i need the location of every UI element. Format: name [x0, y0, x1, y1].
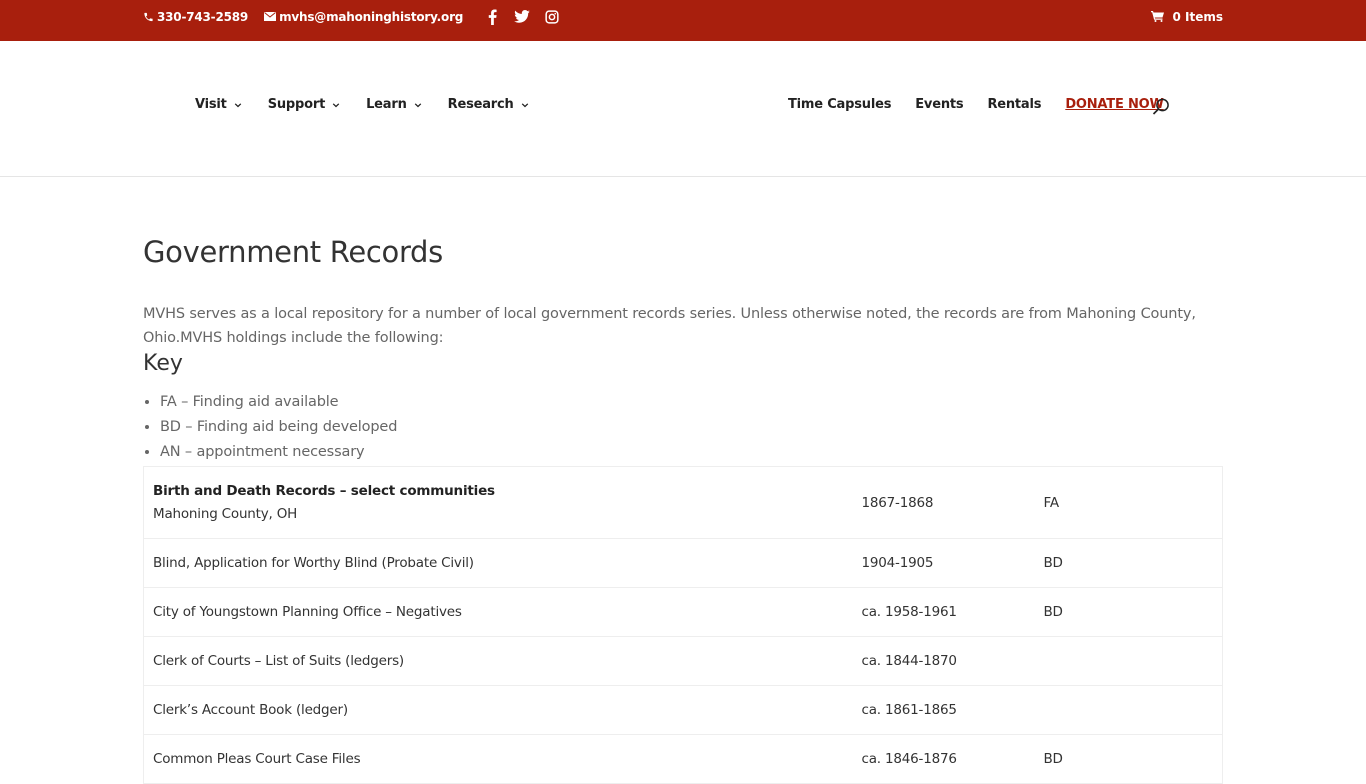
chevron-down-icon	[332, 102, 340, 107]
record-code: BD	[1034, 587, 1223, 637]
record-title: Clerk of Courts – List of Suits (ledgers…	[143, 636, 853, 686]
record-dates: 1904-1905	[852, 538, 1035, 588]
social-links	[477, 7, 567, 27]
record-code	[1034, 685, 1223, 735]
nav-item-label: Learn	[366, 97, 407, 112]
table-row: Birth and Death Records – select communi…	[143, 466, 1223, 539]
instagram-icon[interactable]	[537, 7, 567, 27]
cart-link[interactable]: 0 Items	[1151, 10, 1223, 24]
nav-item-rentals[interactable]: Rentals	[987, 97, 1041, 112]
donate-now-link[interactable]: DONATE NOW	[1065, 97, 1164, 112]
nav-item-learn[interactable]: Learn	[366, 97, 422, 112]
page-title: Government Records	[143, 235, 443, 269]
record-title: Blind, Application for Worthy Blind (Pro…	[143, 538, 853, 588]
chevron-down-icon	[414, 102, 421, 107]
nav-item-label: Research	[447, 97, 514, 112]
twitter-icon[interactable]	[507, 7, 537, 27]
table-row: Blind, Application for Worthy Blind (Pro…	[143, 538, 1223, 588]
table-row: Clerk’s Account Book (ledger) ca. 1861-1…	[143, 685, 1223, 735]
record-code: BD	[1034, 734, 1223, 784]
key-list: FA – Finding aid available BD – Finding …	[160, 390, 397, 465]
key-heading: Key	[143, 351, 183, 376]
primary-nav: Visit Support Learn Research	[195, 97, 555, 112]
record-title-cell: Birth and Death Records – select communi…	[143, 466, 853, 539]
chevron-down-icon	[234, 102, 241, 107]
cart-count: 0 Items	[1172, 9, 1223, 24]
phone-icon	[144, 12, 153, 21]
shopping-cart-icon	[1151, 11, 1165, 22]
key-item: FA – Finding aid available	[160, 390, 397, 415]
chevron-down-icon	[521, 102, 528, 107]
email-link[interactable]: mvhs@mahoninghistory.org	[264, 10, 463, 24]
record-code: BD	[1034, 538, 1223, 588]
search-icon	[1152, 98, 1169, 115]
table-row: Common Pleas Court Case Files ca. 1846-1…	[143, 734, 1223, 784]
record-dates: ca. 1958-1961	[852, 587, 1035, 637]
top-bar: 330-743-2589 mvhs@mahoninghistory.org 0 …	[0, 0, 1366, 41]
intro-paragraph: MVHS serves as a local repository for a …	[143, 306, 1196, 346]
record-title: Common Pleas Court Case Files	[143, 734, 853, 784]
record-dates: ca. 1844-1870	[852, 636, 1035, 686]
nav-item-label: Visit	[195, 97, 227, 112]
record-dates: 1867-1868	[852, 466, 1035, 539]
nav-item-research[interactable]: Research	[448, 97, 529, 112]
secondary-nav: Time Capsules Events Rentals DONATE NOW	[788, 97, 1164, 112]
record-title: Birth and Death Records – select communi…	[153, 482, 495, 499]
record-dates: ca. 1861-1865	[852, 685, 1035, 735]
records-table: Birth and Death Records – select communi…	[143, 466, 1223, 784]
key-item: BD – Finding aid being developed	[160, 415, 397, 440]
record-title: Clerk’s Account Book (ledger)	[143, 685, 853, 735]
phone-number: 330-743-2589	[157, 9, 249, 24]
phone-link[interactable]: 330-743-2589	[143, 10, 248, 24]
nav-item-support[interactable]: Support	[268, 97, 340, 112]
nav-item-label: Support	[267, 97, 326, 112]
envelope-icon	[264, 12, 277, 21]
record-title: City of Youngstown Planning Office – Neg…	[143, 587, 853, 637]
search-button[interactable]	[1151, 97, 1171, 117]
main-header: Visit Support Learn Research Time Capsul…	[0, 41, 1366, 177]
table-row: Clerk of Courts – List of Suits (ledgers…	[143, 636, 1223, 686]
table-row: City of Youngstown Planning Office – Neg…	[143, 587, 1223, 637]
nav-item-time-capsules[interactable]: Time Capsules	[788, 97, 891, 112]
record-code	[1034, 636, 1223, 686]
nav-item-visit[interactable]: Visit	[195, 97, 242, 112]
record-subtitle: Mahoning County, OH	[153, 505, 298, 522]
facebook-icon[interactable]	[477, 7, 507, 27]
nav-item-events[interactable]: Events	[915, 97, 963, 112]
record-dates: ca. 1846-1876	[852, 734, 1035, 784]
email-address: mvhs@mahoninghistory.org	[279, 9, 464, 24]
record-code: FA	[1034, 466, 1223, 539]
key-item: AN – appointment necessary	[160, 440, 397, 465]
